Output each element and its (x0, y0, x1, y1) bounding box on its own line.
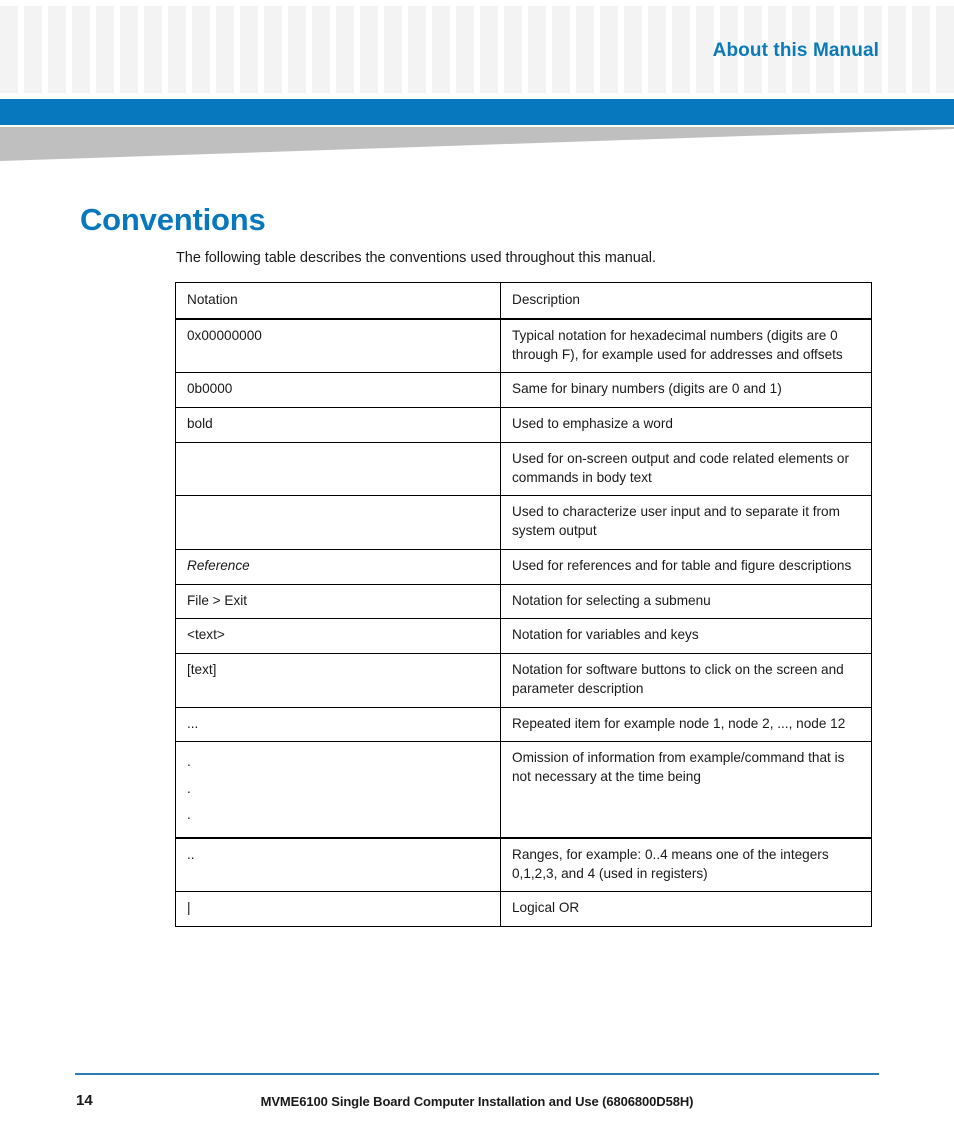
cell-description: Notation for variables and keys (500, 618, 872, 654)
column-header-notation: Notation (175, 281, 501, 320)
table-row: | Logical OR (175, 891, 872, 927)
table-row: Used for on-screen output and code relat… (175, 441, 872, 497)
intro-paragraph: The following table describes the conven… (176, 249, 656, 266)
cell-notation: File > Exit (175, 583, 501, 620)
cell-description: Repeated item for example node 1, node 2… (500, 706, 872, 743)
cell-notation-dots: ... (187, 754, 191, 823)
column-header-description: Description (500, 281, 872, 320)
cell-description: Used to emphasize a word (500, 407, 872, 443)
page-title: Conventions (80, 201, 266, 237)
cell-notation: 0x00000000 (175, 318, 501, 374)
cell-description: Notation for software buttons to click o… (500, 653, 872, 708)
cell-notation: | (175, 891, 501, 927)
table-header-row: Notation Description (175, 281, 872, 320)
cell-description: Typical notation for hexadecimal numbers… (500, 318, 872, 374)
cell-description: Used for references and for table and fi… (500, 548, 872, 585)
table-row: ... Omission of information from example… (175, 741, 872, 839)
table-row: 0x00000000 Typical notation for hexadeci… (175, 318, 872, 374)
page-footer: 14 MVME6100 Single Board Computer Instal… (0, 1065, 954, 1145)
header-pattern-mask-top (0, 0, 954, 6)
table-row: .. Ranges, for example: 0..4 means one o… (175, 836, 872, 893)
cell-description: Logical OR (500, 891, 872, 927)
table-row: File > Exit Notation for selecting a sub… (175, 583, 872, 620)
table-row: 0b0000 Same for binary numbers (digits a… (175, 372, 872, 408)
cell-description: Ranges, for example: 0..4 means one of t… (500, 836, 872, 893)
table-row: <text> Notation for variables and keys (175, 618, 872, 654)
cell-notation: [text] (175, 653, 501, 708)
table-row: Used to characterize user input and to s… (175, 495, 872, 550)
cell-notation (175, 441, 501, 497)
table-row: ... Repeated item for example node 1, no… (175, 706, 872, 743)
cell-description: Notation for selecting a submenu (500, 583, 872, 620)
cell-description: Used to characterize user input and to s… (500, 495, 872, 550)
footer-document-title: MVME6100 Single Board Computer Installat… (260, 1094, 694, 1109)
cell-notation: .. (175, 836, 501, 893)
page-header: About this Manual (0, 0, 954, 99)
cell-notation: ... (175, 741, 501, 839)
cell-notation: <text> (175, 618, 501, 654)
cell-notation (175, 495, 501, 550)
cell-description: Same for binary numbers (digits are 0 an… (500, 372, 872, 408)
table-body: 0x00000000 Typical notation for hexadeci… (175, 318, 872, 927)
table-header: Notation Description (175, 281, 872, 320)
cell-description: Used for on-screen output and code relat… (500, 441, 872, 497)
cell-notation: bold (175, 407, 501, 443)
cell-notation: 0b0000 (175, 372, 501, 408)
cell-notation: ... (175, 706, 501, 743)
table-row: [text] Notation for software buttons to … (175, 653, 872, 708)
header-gray-wedge (0, 127, 954, 161)
chapter-title: About this Manual (712, 40, 879, 61)
conventions-table: Notation Description 0x00000000 Typical … (175, 281, 872, 927)
table-row: bold Used to emphasize a word (175, 407, 872, 443)
cell-notation: Reference (175, 548, 501, 585)
table-row: Reference Used for references and for ta… (175, 548, 872, 585)
footer-divider (75, 1073, 879, 1075)
header-blue-bar (0, 99, 954, 125)
cell-description: Omission of information from example/com… (500, 741, 872, 839)
